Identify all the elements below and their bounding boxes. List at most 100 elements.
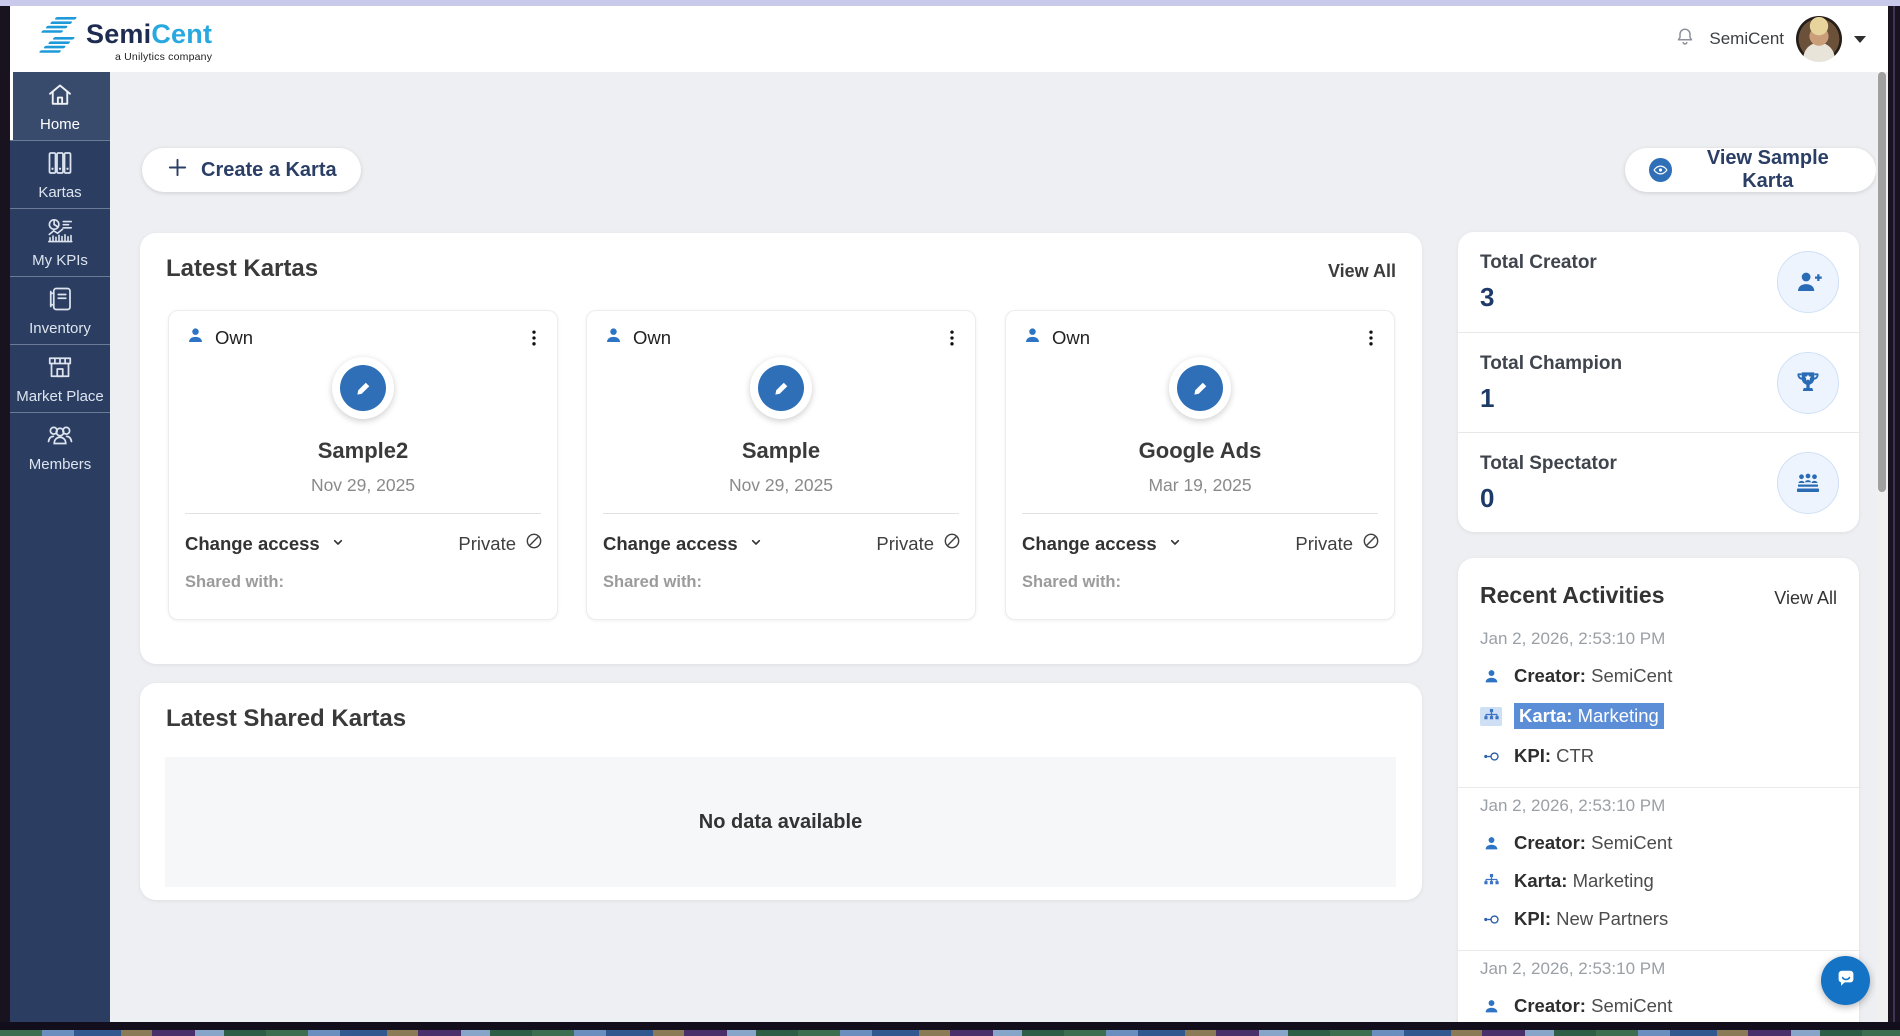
activity-karta-row: Karta: Marketing xyxy=(1480,870,1837,892)
pencil-icon xyxy=(340,365,386,411)
activity-timestamp: Jan 2, 2026, 2:53:10 PM xyxy=(1480,796,1837,816)
chevron-down-icon xyxy=(330,533,346,555)
owner-label: Own xyxy=(215,327,253,349)
activity-entry: Jan 2, 2026, 2:53:10 PM Creator: SemiCen… xyxy=(1458,951,1859,1022)
view-sample-karta-button[interactable]: View Sample Karta xyxy=(1625,148,1876,192)
edit-karta-button[interactable] xyxy=(1169,357,1231,419)
avatar[interactable] xyxy=(1796,16,1842,62)
logo-wordmark: SemiCent xyxy=(86,21,212,48)
sidebar-item-label: My KPIs xyxy=(32,252,88,269)
owner-person-icon xyxy=(1022,325,1043,351)
privacy-status: Private xyxy=(1295,531,1381,556)
no-data-message: No data available xyxy=(699,811,862,834)
latest-kartas-view-all-link[interactable]: View All xyxy=(1328,261,1396,282)
totals-stats-card: Total Creator 3 Total Champion 1 xyxy=(1458,232,1859,532)
members-icon xyxy=(44,420,76,450)
privacy-status: Private xyxy=(458,531,544,556)
app-window: SemiCent a Unilytics company SemiCent xyxy=(10,6,1888,1022)
creator-person-icon xyxy=(1480,667,1502,686)
inventory-icon xyxy=(45,284,75,314)
shared-with-label: Shared with: xyxy=(603,573,702,592)
semicent-logo-icon xyxy=(32,15,78,64)
divider xyxy=(185,513,541,514)
kpi-link-icon xyxy=(1480,910,1502,929)
creator-person-icon xyxy=(1480,997,1502,1016)
owner-label: Own xyxy=(633,327,671,349)
activity-kpi-row: KPI: New Partners xyxy=(1480,908,1837,930)
main-content: Create a Karta View Sample Karta Latest … xyxy=(110,72,1876,1022)
activity-kpi-row: KPI: CTR xyxy=(1480,745,1837,767)
recent-activities-card: Recent Activities View All Jan 2, 2026, … xyxy=(1458,558,1859,1022)
trophy-icon xyxy=(1777,352,1839,414)
edit-karta-button[interactable] xyxy=(750,357,812,419)
person-plus-icon xyxy=(1777,251,1839,313)
empty-state-panel: No data available xyxy=(165,757,1396,887)
pencil-icon xyxy=(758,365,804,411)
highlighted-karta-text: Karta: Marketing xyxy=(1514,703,1664,729)
sidebar-item-label: Members xyxy=(29,456,92,473)
my-kpis-icon xyxy=(45,216,75,246)
karta-title: Google Ads xyxy=(1006,438,1394,464)
profile-caret-down-icon[interactable] xyxy=(1854,36,1866,43)
desktop-wallpaper-strip xyxy=(0,1030,1900,1036)
activity-timestamp: Jan 2, 2026, 2:53:10 PM xyxy=(1480,959,1837,979)
sidebar-item-kartas[interactable]: Kartas xyxy=(10,140,110,208)
sidebar-item-inventory[interactable]: Inventory xyxy=(10,276,110,344)
stat-value: 1 xyxy=(1480,383,1494,414)
logo-tagline: a Unilytics company xyxy=(115,51,212,63)
activity-creator-row: Creator: SemiCent xyxy=(1480,832,1837,854)
latest-kartas-section: Latest Kartas View All Own xyxy=(140,233,1422,664)
kpi-link-icon xyxy=(1480,747,1502,766)
karta-card-sample[interactable]: Own Sample Nov 29, 2 xyxy=(586,310,976,620)
stat-total-creator: Total Creator 3 xyxy=(1458,232,1859,332)
activity-entry: Jan 2, 2026, 2:53:10 PM Creator: SemiCen… xyxy=(1458,621,1859,788)
karta-card-google-ads[interactable]: Own Google Ads Mar 1 xyxy=(1005,310,1395,620)
latest-shared-kartas-title: Latest Shared Kartas xyxy=(166,705,406,733)
shared-with-label: Shared with: xyxy=(185,573,284,592)
plus-icon xyxy=(166,156,189,185)
chat-launcher-button[interactable] xyxy=(1821,956,1870,1005)
karta-hierarchy-icon xyxy=(1480,707,1502,726)
kebab-menu-icon[interactable] xyxy=(521,325,547,351)
recent-activities-view-all-link[interactable]: View All xyxy=(1774,588,1837,609)
karta-date: Nov 29, 2025 xyxy=(587,475,975,496)
no-entry-icon xyxy=(524,531,544,556)
karta-card-sample2[interactable]: Own Sample2 Nov 29, xyxy=(168,310,558,620)
audience-icon xyxy=(1777,452,1839,514)
sidebar-item-market-place[interactable]: Market Place xyxy=(10,344,110,412)
kebab-menu-icon[interactable] xyxy=(939,325,965,351)
market-place-icon xyxy=(45,352,75,382)
change-access-button[interactable]: Change access xyxy=(603,533,764,555)
home-icon xyxy=(45,80,75,110)
latest-shared-kartas-section: Latest Shared Kartas No data available xyxy=(140,683,1422,900)
scrollbar-thumb[interactable] xyxy=(1878,72,1886,492)
create-karta-button[interactable]: Create a Karta xyxy=(142,148,361,192)
karta-date: Nov 29, 2025 xyxy=(169,475,557,496)
chevron-down-icon xyxy=(1167,533,1183,555)
pencil-icon xyxy=(1177,365,1223,411)
latest-kartas-title: Latest Kartas xyxy=(166,255,318,283)
sidebar-item-label: Inventory xyxy=(29,320,91,337)
change-access-button[interactable]: Change access xyxy=(185,533,346,555)
edit-karta-button[interactable] xyxy=(332,357,394,419)
recent-activities-title: Recent Activities xyxy=(1480,582,1665,608)
owner-person-icon xyxy=(603,325,624,351)
kartas-icon xyxy=(45,148,75,178)
karta-hierarchy-icon xyxy=(1480,872,1502,891)
sidebar-item-members[interactable]: Members xyxy=(10,412,110,480)
karta-title: Sample2 xyxy=(169,438,557,464)
activity-karta-row: Karta: Marketing xyxy=(1480,703,1837,729)
stat-total-spectator: Total Spectator 0 xyxy=(1458,432,1859,532)
kebab-menu-icon[interactable] xyxy=(1358,325,1384,351)
semicent-logo: SemiCent a Unilytics company xyxy=(32,15,212,64)
sidebar: Home Kartas xyxy=(10,72,110,1022)
notification-bell-icon[interactable] xyxy=(1673,25,1697,54)
creator-person-icon xyxy=(1480,834,1502,853)
shared-with-label: Shared with: xyxy=(1022,573,1121,592)
sidebar-item-label: Kartas xyxy=(38,184,81,201)
chat-bubble-icon xyxy=(1834,966,1858,995)
sidebar-item-my-kpis[interactable]: My KPIs xyxy=(10,208,110,276)
change-access-button[interactable]: Change access xyxy=(1022,533,1183,555)
stat-value: 0 xyxy=(1480,483,1494,514)
sidebar-item-home[interactable]: Home xyxy=(10,72,110,140)
